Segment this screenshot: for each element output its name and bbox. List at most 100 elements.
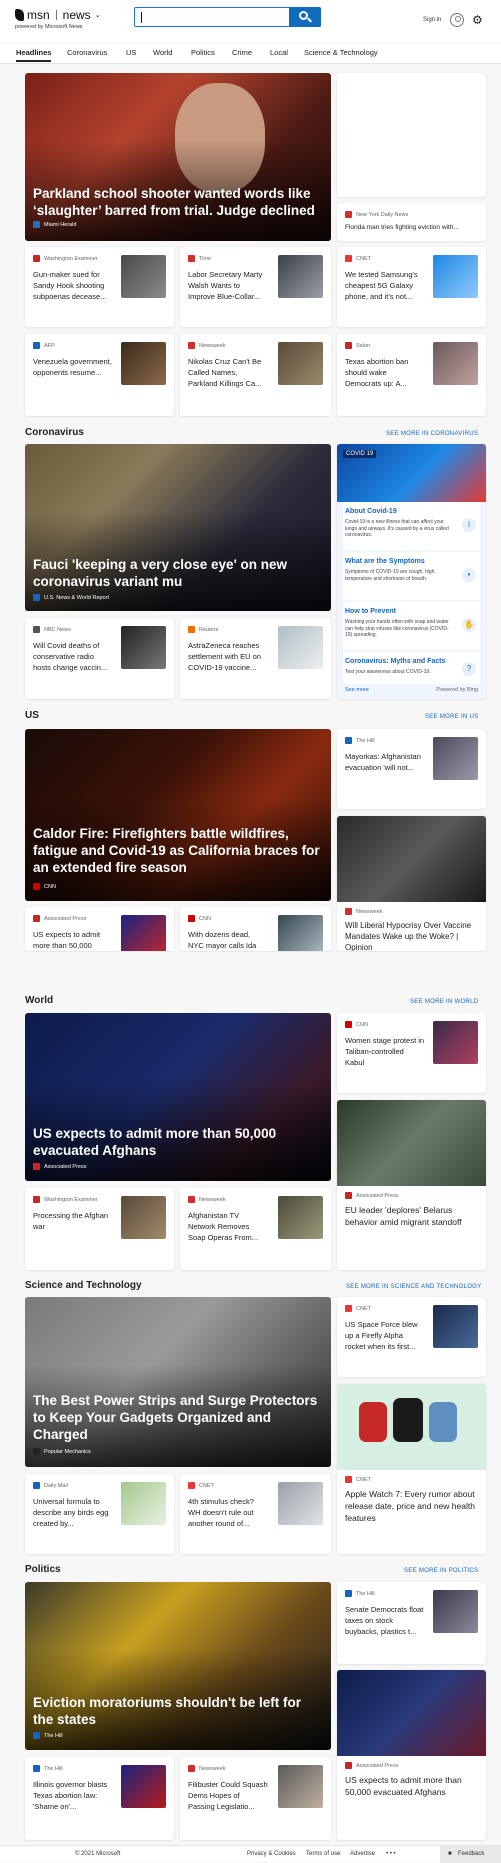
card-title: We tested Samsung's cheapest 5G Galaxy p… <box>345 270 418 301</box>
sign-in-link[interactable]: Sign in <box>423 17 441 23</box>
news-card[interactable]: Newsweek Afghanistan TV Network Removes … <box>180 1188 331 1270</box>
nav-headlines[interactable]: Headlines <box>16 48 52 62</box>
card-title: AstraZeneca reaches settlement with EU o… <box>188 641 261 672</box>
card-title: US expects to admit more than 50,000 eva… <box>345 1775 462 1797</box>
section-title-us: US <box>25 710 39 721</box>
card-title: With dozens dead, NYC mayor calls Ida fl… <box>188 930 257 950</box>
hero-card[interactable]: Parkland school shooter wanted words lik… <box>25 73 331 241</box>
see-more-politics[interactable]: SEE MORE IN POLITICS <box>404 1568 478 1574</box>
nav-politics[interactable]: Politics <box>191 48 215 57</box>
nav-world[interactable]: World <box>153 48 172 57</box>
nav-coronavirus[interactable]: Coronavirus <box>67 48 107 57</box>
hero-card[interactable]: US expects to admit more than 50,000 eva… <box>25 1013 331 1181</box>
news-card[interactable]: New York Daily News Florida man tries fi… <box>337 203 486 241</box>
card-title: US expects to admit more than 50,000 eva… <box>33 930 101 950</box>
card-title: Processing the Afghan war <box>33 1211 109 1231</box>
hero-card[interactable]: Caldor Fire: Firefighters battle wildfir… <box>25 729 331 901</box>
news-card[interactable]: Washington Examiner Gun-maker sued for S… <box>25 247 174 327</box>
news-card[interactable]: The Hill Mayorkas: Afghanistan evacuatio… <box>337 729 486 809</box>
news-card[interactable]: Newsweek Filibuster Could Squash Dems Ho… <box>180 1757 331 1840</box>
covid-see-more[interactable]: See more <box>345 687 369 693</box>
news-card[interactable]: CNN With dozens dead, NYC mayor calls Id… <box>180 907 331 951</box>
covid-item[interactable]: About Covid-19 Covid-19 is a new illness … <box>343 502 480 550</box>
see-more-world[interactable]: SEE MORE IN WORLD <box>410 999 478 1005</box>
nav-science-technology[interactable]: Science & Technology <box>304 48 378 57</box>
page-footer: © 2021 Microsoft Privacy & Cookies Terms… <box>0 1845 501 1863</box>
nav-local[interactable]: Local <box>270 48 288 57</box>
news-card[interactable]: Associated Press US expects to admit mor… <box>337 1670 486 1840</box>
search-box[interactable] <box>134 7 321 27</box>
hero-title: Fauci 'keeping a very close eye' on new … <box>33 557 288 589</box>
hero-source: U.S. News & World Report <box>33 594 109 601</box>
product-name: news <box>62 8 91 22</box>
news-card[interactable]: Time Labor Secretary Marty Walsh Wants t… <box>180 247 331 327</box>
card-thumbnail <box>121 1482 166 1525</box>
more-footer-button[interactable]: • • • <box>386 1851 396 1857</box>
card-title: Venezuela government, opponents resume..… <box>33 357 112 377</box>
card-title: Mayorkas: Afghanistan evacuation 'will n… <box>345 752 421 772</box>
gear-icon[interactable]: ⚙ <box>472 14 483 26</box>
see-more-scitech[interactable]: SEE MORE IN SCIENCE AND TECHNOLOGY <box>346 1284 481 1290</box>
category-nav: Headlines Coronavirus US World Politics … <box>0 44 501 64</box>
card-thumbnail <box>433 1021 478 1064</box>
card-title: Apple Watch 7: Every rumor about release… <box>345 1489 475 1523</box>
msn-news-logo[interactable]: msn news ⌄ powered by Microsoft News <box>15 8 101 30</box>
privacy-link[interactable]: Privacy & Cookies <box>247 1851 296 1857</box>
feedback-button[interactable]: ■ Feedback <box>440 1846 501 1863</box>
section-title-world: World <box>25 995 54 1006</box>
card-title: US Space Force blew up a Firefly Alpha r… <box>345 1320 418 1351</box>
news-card[interactable]: The Hill Illinois governor blasts Texas … <box>25 1757 174 1840</box>
terms-link[interactable]: Terms of use <box>306 1851 340 1857</box>
section-title-coronavirus: Coronavirus <box>25 427 84 438</box>
card-thumbnail <box>433 737 478 780</box>
news-card[interactable]: Reuters AstraZeneca reaches settlement w… <box>180 618 331 699</box>
covid-item[interactable]: How to Prevent Washing your hands often w… <box>343 602 480 650</box>
news-card[interactable]: The Hill Senate Democrats float taxes on… <box>337 1582 486 1664</box>
symptoms-icon: • <box>462 568 476 582</box>
section-title-scitech: Science and Technology <box>25 1280 142 1291</box>
card-thumbnail <box>278 1196 323 1239</box>
nav-crime[interactable]: Crime <box>232 48 252 57</box>
card-thumbnail <box>121 915 166 951</box>
news-card[interactable]: AFP Venezuela government, opponents resu… <box>25 334 174 416</box>
card-title: Illinois governor blasts Texas abortion … <box>33 1780 108 1811</box>
news-card[interactable]: NBC News Will Covid deaths of conservati… <box>25 618 174 699</box>
info-icon: i <box>462 518 476 532</box>
news-card[interactable]: CNET 4th stimulus check? WH doesn't rule… <box>180 1474 331 1554</box>
prevent-icon: ✋ <box>462 618 476 632</box>
card-thumbnail <box>278 915 323 951</box>
card-thumbnail <box>121 255 166 298</box>
card-title: Afghanistan TV Network Removes Soap Oper… <box>188 1211 259 1242</box>
news-card[interactable]: CNN Women stage protest in Taliban-contr… <box>337 1013 486 1093</box>
news-card[interactable]: Associated Press US expects to admit mor… <box>25 907 174 951</box>
news-card[interactable]: CNET We tested Samsung's cheapest 5G Gal… <box>337 247 486 327</box>
nav-us[interactable]: US <box>126 48 136 57</box>
news-card[interactable]: CNET US Space Force blew up a Firefly Al… <box>337 1297 486 1377</box>
chevron-down-icon[interactable]: ⌄ <box>95 11 101 19</box>
hero-card[interactable]: Eviction moratoriums shouldn't be left f… <box>25 1582 331 1750</box>
ad-slot <box>337 73 486 197</box>
card-thumbnail <box>433 255 478 298</box>
covid-panel: COVID 19 About Covid-19 Covid-19 is a new… <box>337 444 486 699</box>
search-button[interactable] <box>289 7 321 27</box>
news-card[interactable]: Washington Examiner Processing the Afgha… <box>25 1188 174 1270</box>
news-card[interactable]: Salon Texas abortion ban should wake Dem… <box>337 334 486 416</box>
avatar-icon[interactable] <box>450 13 464 27</box>
see-more-us[interactable]: SEE MORE IN US <box>425 714 479 720</box>
covid-item[interactable]: Coronavirus: Myths and Facts Test your aw… <box>343 652 480 684</box>
news-card[interactable]: CNET Apple Watch 7: Every rumor about re… <box>337 1384 486 1554</box>
news-card[interactable]: Associated Press EU leader 'deplores' Be… <box>337 1100 486 1270</box>
see-more-coronavirus[interactable]: SEE MORE IN CORONAVIRUS <box>386 431 478 437</box>
advertise-link[interactable]: Advertise <box>350 1851 375 1857</box>
hero-source: CNN <box>33 883 56 890</box>
card-title: Florida man tries fighting eviction with… <box>345 224 459 231</box>
hero-card[interactable]: The Best Power Strips and Surge Protecto… <box>25 1297 331 1467</box>
card-image <box>337 1384 486 1470</box>
card-title: Filibuster Could Squash Dems Hopes of Pa… <box>188 1780 268 1811</box>
news-card[interactable]: Newsweek Will Liberal Hypocrisy Over Vac… <box>337 816 486 951</box>
covid-item[interactable]: What are the Symptoms Symptoms of COVID-1… <box>343 552 480 600</box>
card-thumbnail <box>433 342 478 385</box>
news-card[interactable]: Newsweek Nikolas Cruz Can't Be Called Na… <box>180 334 331 416</box>
news-card[interactable]: Daily Mail Universal formula to describe… <box>25 1474 174 1554</box>
hero-card[interactable]: Fauci 'keeping a very close eye' on new … <box>25 444 331 611</box>
